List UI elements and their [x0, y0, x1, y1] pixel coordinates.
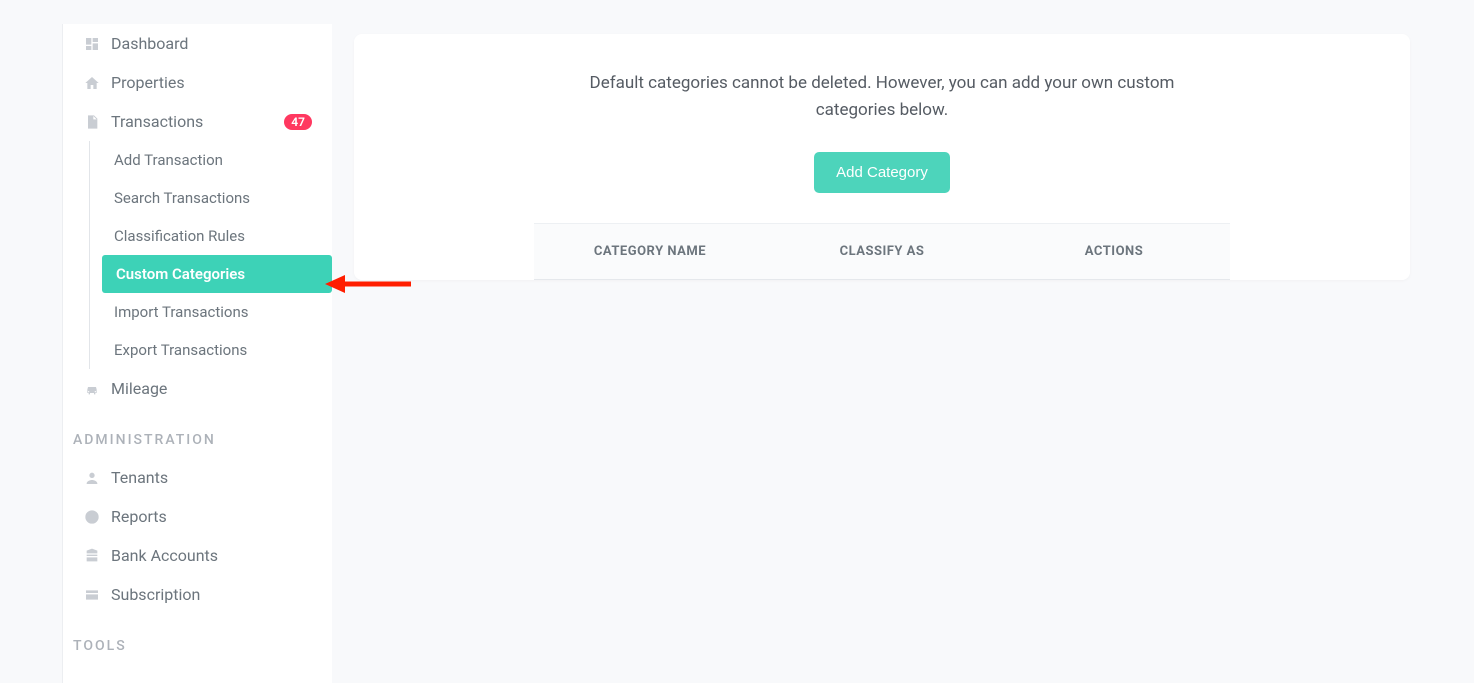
users-icon [83, 469, 101, 487]
column-category-name: CATEGORY NAME [534, 224, 766, 279]
nav-label: Properties [111, 73, 312, 92]
table-header: CATEGORY NAME CLASSIFY AS ACTIONS [534, 223, 1230, 280]
sidebar-item-dashboard[interactable]: Dashboard [63, 24, 332, 63]
nav-label: Mileage [111, 379, 312, 398]
bank-icon [83, 547, 101, 565]
home-icon [83, 74, 101, 92]
sidebar-item-transactions[interactable]: Transactions 47 [63, 102, 332, 141]
subnav-add-transaction[interactable]: Add Transaction [114, 141, 332, 179]
categories-card: Default categories cannot be deleted. Ho… [354, 34, 1410, 280]
sidebar-item-tenants[interactable]: Tenants [63, 458, 332, 497]
nav-label: Transactions [111, 112, 278, 131]
transactions-subnav: Add Transaction Search Transactions Clas… [89, 141, 332, 369]
sidebar-item-subscription[interactable]: Subscription [63, 575, 332, 614]
nav-label: Tenants [111, 468, 312, 487]
subnav-search-transactions[interactable]: Search Transactions [114, 179, 332, 217]
subnav-export-transactions[interactable]: Export Transactions [114, 331, 332, 369]
column-classify-as: CLASSIFY AS [766, 224, 998, 279]
column-actions: ACTIONS [998, 224, 1230, 279]
add-category-button[interactable]: Add Category [814, 152, 950, 193]
subnav-classification-rules[interactable]: Classification Rules [114, 217, 332, 255]
car-icon [83, 380, 101, 398]
section-administration: ADMINISTRATION [63, 408, 332, 458]
chart-icon [83, 508, 101, 526]
info-text: Default categories cannot be deleted. Ho… [562, 70, 1202, 124]
nav-label: Subscription [111, 585, 312, 604]
sidebar-item-bank-accounts[interactable]: Bank Accounts [63, 536, 332, 575]
card-icon [83, 586, 101, 604]
dashboard-icon [83, 35, 101, 53]
sidebar-item-reports[interactable]: Reports [63, 497, 332, 536]
nav-label: Bank Accounts [111, 546, 312, 565]
document-icon [83, 113, 101, 131]
sidebar-inner: Dashboard Properties Transactions 47 Add… [62, 24, 332, 683]
sidebar: Dashboard Properties Transactions 47 Add… [0, 0, 332, 683]
sidebar-item-mileage[interactable]: Mileage [63, 369, 332, 408]
subnav-import-transactions[interactable]: Import Transactions [114, 293, 332, 331]
transactions-badge: 47 [284, 114, 312, 130]
nav-label: Reports [111, 507, 312, 526]
sidebar-item-properties[interactable]: Properties [63, 63, 332, 102]
nav-label: Dashboard [111, 34, 312, 53]
subnav-custom-categories[interactable]: Custom Categories [102, 255, 332, 293]
main-content: Default categories cannot be deleted. Ho… [332, 0, 1474, 683]
section-tools: TOOLS [63, 614, 332, 664]
